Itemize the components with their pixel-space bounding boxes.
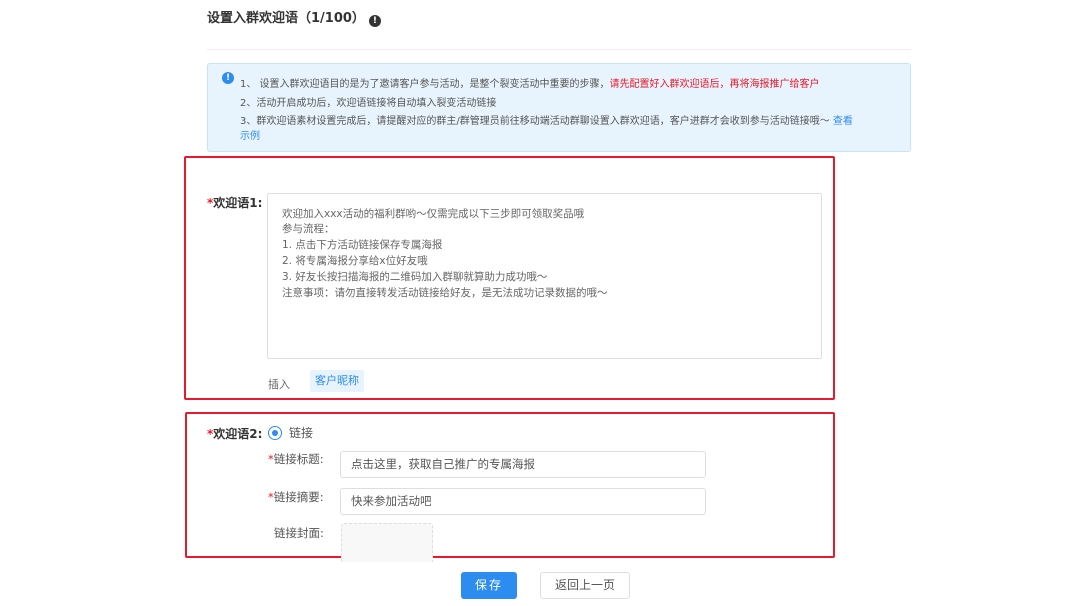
link-summary-input[interactable]: 快来参加活动吧 xyxy=(340,488,706,515)
welcome1-line: 1. 点击下方活动链接保存专属海报 xyxy=(282,239,443,251)
view-example-link[interactable]: 查看 xyxy=(833,116,853,127)
page-title-text: 设置入群欢迎语（1/100） xyxy=(207,11,365,26)
welcome2-label-text: 欢迎语2: xyxy=(213,427,263,441)
welcome1-label-text: 欢迎语1: xyxy=(213,196,263,210)
info-circle-icon[interactable]: ! xyxy=(368,15,381,27)
page-title: 设置入群欢迎语（1/100）! xyxy=(207,9,381,29)
insert-customer-nickname-button[interactable]: 客户昵称 xyxy=(310,370,364,392)
notice-line-3: 3、群欢迎语素材设置完成后，请提醒对应的群主/群管理员前往移动端活动群聊设置入群… xyxy=(240,115,853,129)
save-button[interactable]: 保存 xyxy=(461,572,517,599)
welcome1-line: 注意事项：请勿直接转发活动链接给好友，是无法成功记录数据的哦～ xyxy=(282,287,608,299)
info-icon: ! xyxy=(222,72,234,84)
welcome1-line: 参与流程： xyxy=(282,223,335,235)
link-radio-button[interactable] xyxy=(268,426,282,440)
welcome2-label: *欢迎语2: xyxy=(207,426,262,442)
insert-label: 插入 xyxy=(268,378,290,391)
link-summary-label-text: 链接摘要: xyxy=(273,490,324,504)
welcome1-line: 2. 将专属海报分享给x位好友哦 xyxy=(282,255,428,267)
link-radio-label[interactable]: 链接 xyxy=(289,426,313,441)
welcome1-line: 欢迎加入xxx活动的福利群哟～仅需完成以下三步即可领取奖品哦 xyxy=(282,208,585,220)
notice-warning-text: 请先配置好入群欢迎语后，再将海报推广给客户 xyxy=(609,79,820,90)
link-cover-upload[interactable] xyxy=(341,523,433,562)
welcome1-label: *欢迎语1: xyxy=(207,195,262,211)
link-title-label-text: 链接标题: xyxy=(273,452,324,466)
notice-line-1: 1、 设置入群欢迎语目的是为了邀请客户参与活动，是整个裂变活动中重要的步骤，请先… xyxy=(240,78,820,92)
link-title-input[interactable]: 点击这里，获取自己推广的专属海报 xyxy=(340,451,706,478)
link-summary-label: *链接摘要: xyxy=(268,490,324,505)
link-cover-label: 链接封面: xyxy=(274,526,324,540)
notice-line-4: 示例 xyxy=(240,130,260,144)
link-title-label: *链接标题: xyxy=(268,452,324,467)
divider xyxy=(207,49,911,50)
notice-line-1-text: 1、 设置入群欢迎语目的是为了邀请客户参与活动，是整个裂变活动中重要的步骤， xyxy=(240,79,610,90)
back-button[interactable]: 返回上一页 xyxy=(540,572,630,599)
notice-line-2: 2、活动开启成功后，欢迎语链接将自动填入裂变活动链接 xyxy=(240,98,497,109)
notice-line-3-text: 3、群欢迎语素材设置完成后，请提醒对应的群主/群管理员前往移动端活动群聊设置入群… xyxy=(240,116,833,127)
view-example-link-cont[interactable]: 示例 xyxy=(240,131,260,142)
welcome1-line: 3. 好友长按扫描海报的二维码加入群聊就算助力成功哦～ xyxy=(282,271,548,283)
